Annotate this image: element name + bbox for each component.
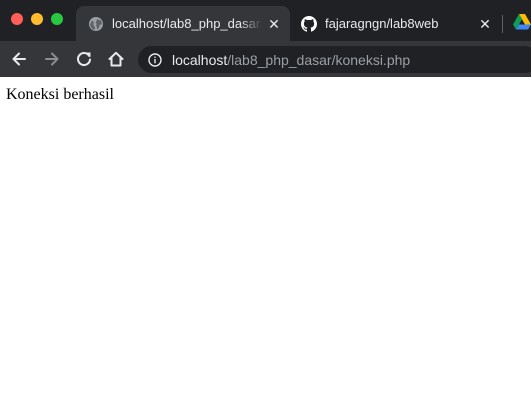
reload-icon	[77, 52, 91, 66]
reload-button[interactable]	[74, 49, 94, 69]
forward-button[interactable]	[42, 49, 62, 69]
url-path: /lab8_php_dasar/koneksi.php	[227, 51, 411, 68]
arrow-left-icon	[12, 52, 26, 66]
page-message: Koneksi berhasil	[6, 86, 114, 103]
window-maximize-button[interactable]	[51, 13, 63, 25]
tab-title: fajaragngn/lab8web	[325, 16, 439, 31]
tab-github[interactable]: fajaragngn/lab8web ✕	[290, 6, 501, 41]
arrow-right-icon	[45, 52, 59, 66]
address-bar[interactable]: localhost/lab8_php_dasar/koneksi.php	[138, 46, 531, 73]
home-icon	[108, 51, 124, 67]
github-icon	[301, 15, 317, 32]
globe-icon	[88, 16, 104, 32]
toolbar: localhost/lab8_php_dasar/koneksi.php	[0, 41, 531, 77]
tab-koneksi[interactable]: localhost/lab8_php_dasar/koneksi.php ✕	[76, 6, 290, 41]
window-close-button[interactable]	[11, 13, 23, 25]
home-button[interactable]	[106, 49, 126, 69]
tab-title: localhost/lab8_php_dasar/koneksi.php	[112, 16, 262, 31]
tab-separator	[502, 15, 503, 33]
url-host: localhost	[172, 51, 228, 68]
window-minimize-button[interactable]	[31, 13, 43, 25]
close-icon[interactable]: ✕	[266, 16, 282, 32]
url-text[interactable]: localhost/lab8_php_dasar/koneksi.php	[172, 52, 410, 68]
info-icon[interactable]	[148, 52, 162, 67]
tab-strip: localhost/lab8_php_dasar/koneksi.php ✕ f…	[0, 0, 531, 41]
browser-window: localhost/lab8_php_dasar/koneksi.php ✕ f…	[0, 0, 531, 409]
page-content: Koneksi berhasil	[0, 77, 531, 409]
back-button[interactable]	[9, 49, 29, 69]
close-icon[interactable]: ✕	[477, 16, 493, 32]
google-drive-icon[interactable]	[513, 14, 531, 30]
